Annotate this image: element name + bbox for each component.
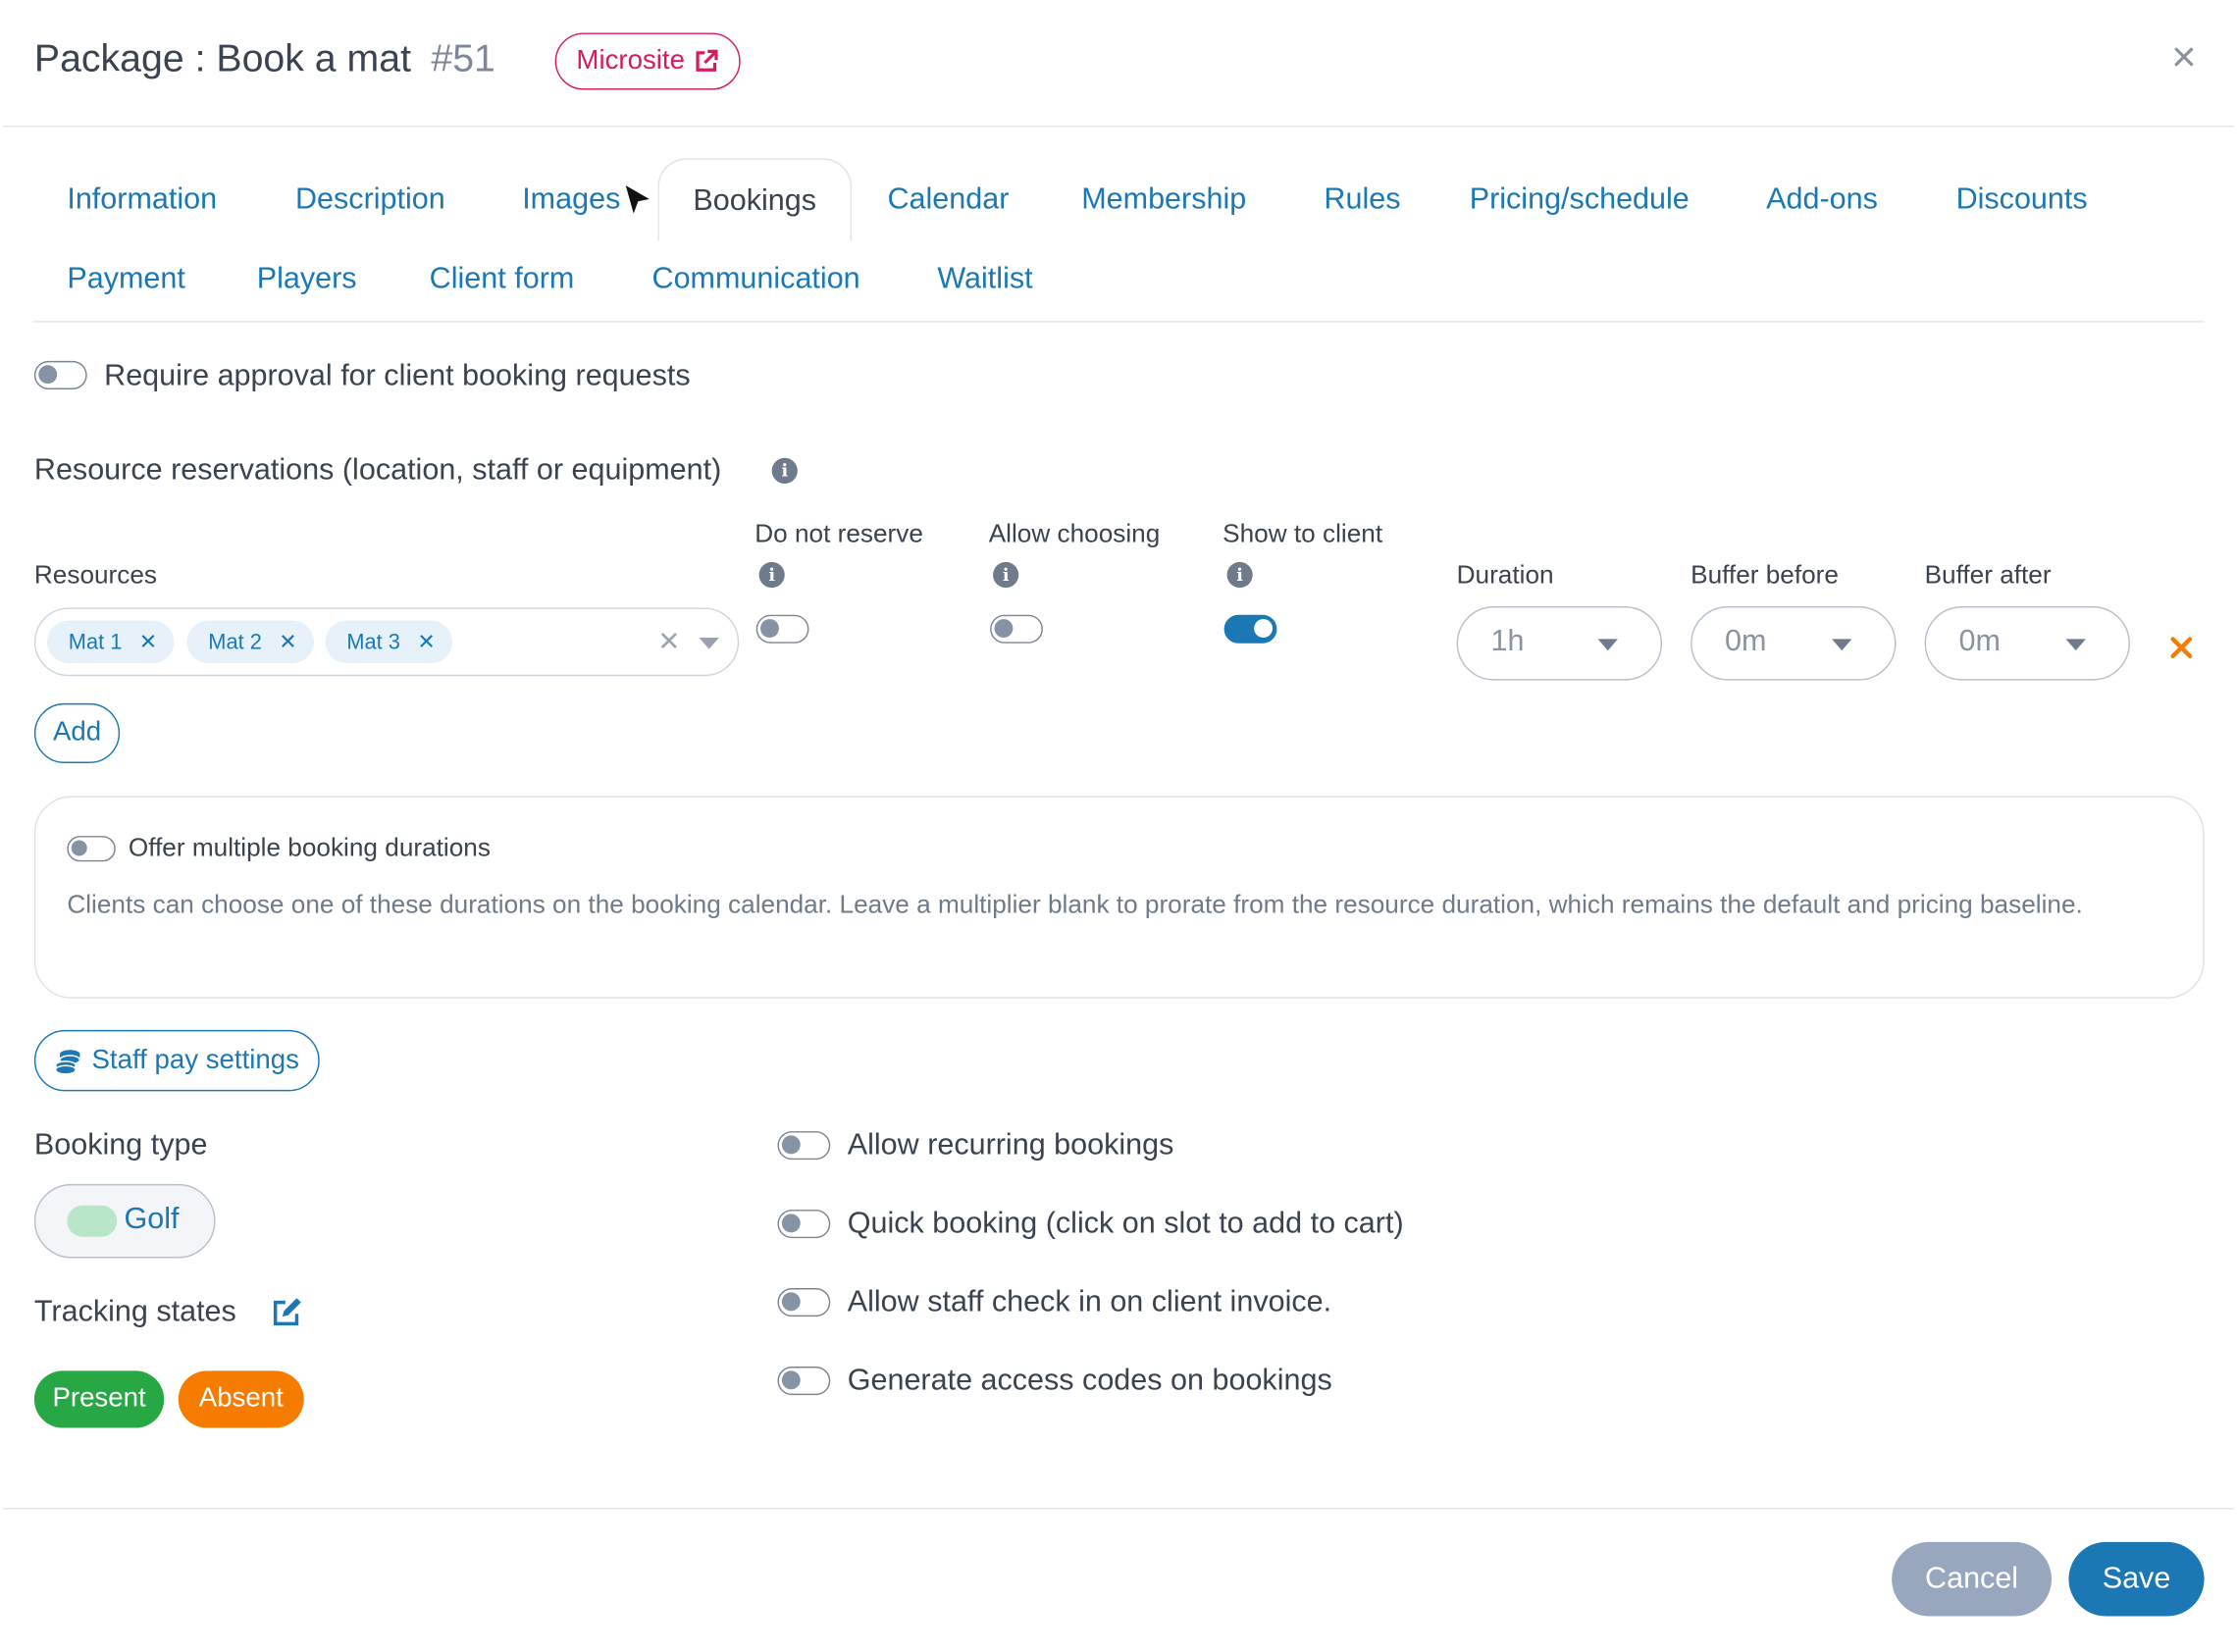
tab-add-ons[interactable]: Add-ons xyxy=(1766,182,1878,217)
add-resource-button[interactable]: Add xyxy=(33,702,121,763)
access-codes-label: Generate access codes on bookings xyxy=(847,1364,1332,1397)
microsite-button[interactable]: Microsite xyxy=(554,32,741,90)
package-title: Package : Book a mat xyxy=(33,36,412,80)
chevron-down-icon xyxy=(1832,639,1852,651)
staff-pay-settings-button[interactable]: Staff pay settings xyxy=(33,1029,320,1092)
tracking-state-present: Present xyxy=(33,1370,165,1428)
clear-all-icon[interactable]: ✕ xyxy=(657,626,680,658)
resource-chip-label: Mat 1 xyxy=(68,629,123,654)
booking-type-label: Booking type xyxy=(33,1128,208,1162)
tab-discounts[interactable]: Discounts xyxy=(1956,182,2088,217)
quick-booking-label: Quick booking (click on slot to add to c… xyxy=(847,1207,1404,1240)
chevron-down-icon xyxy=(1597,639,1618,651)
booking-type-color-swatch xyxy=(67,1205,118,1237)
booking-type-selector[interactable]: Golf xyxy=(33,1183,216,1259)
tab-membership[interactable]: Membership xyxy=(1081,182,1246,217)
buffer-before-select[interactable]: 0m xyxy=(1691,605,1897,681)
resources-multiselect[interactable]: Mat 1 ✕ Mat 2 ✕ Mat 3 ✕ ✕ xyxy=(33,607,740,677)
booking-type-value: Golf xyxy=(124,1202,180,1236)
tab-bookings[interactable]: Bookings xyxy=(657,158,853,241)
tab-information[interactable]: Information xyxy=(67,182,217,217)
tab-description[interactable]: Description xyxy=(295,182,445,217)
close-icon[interactable]: × xyxy=(2171,36,2196,80)
show-to-client-toggle[interactable] xyxy=(1223,614,1277,644)
remove-resource-icon[interactable] xyxy=(2170,637,2193,659)
cancel-button[interactable]: Cancel xyxy=(1892,1541,2052,1617)
access-codes-toggle[interactable] xyxy=(777,1367,831,1396)
duration-select[interactable]: 1h xyxy=(1456,605,1663,681)
mouse-cursor-icon xyxy=(621,180,658,224)
show-to-client-header: Show to client xyxy=(1223,519,1383,548)
tab-communication[interactable]: Communication xyxy=(652,263,860,297)
chevron-down-icon[interactable] xyxy=(699,637,719,649)
resource-chip-label: Mat 2 xyxy=(208,629,262,654)
info-icon[interactable]: i xyxy=(993,561,1019,589)
remove-chip-icon[interactable]: ✕ xyxy=(139,629,157,655)
header-divider xyxy=(2,125,2235,128)
tab-calendar[interactable]: Calendar xyxy=(887,182,1009,217)
allow-recurring-label: Allow recurring bookings xyxy=(847,1128,1174,1162)
buffer-after-select[interactable]: 0m xyxy=(1924,605,2130,681)
resource-chip: Mat 1 ✕ xyxy=(46,620,175,664)
package-id: #51 xyxy=(431,36,495,80)
resources-header: Resources xyxy=(33,560,158,590)
staff-check-in-label: Allow staff check in on client invoice. xyxy=(847,1285,1332,1318)
tab-rules[interactable]: Rules xyxy=(1324,182,1400,217)
allow-choosing-toggle[interactable] xyxy=(990,614,1043,644)
resource-chip-label: Mat 3 xyxy=(346,629,400,654)
tab-waitlist[interactable]: Waitlist xyxy=(937,263,1032,297)
tab-client-form[interactable]: Client form xyxy=(430,263,575,297)
remove-chip-icon[interactable]: ✕ xyxy=(417,629,435,655)
resource-chip: Mat 3 ✕ xyxy=(325,620,452,664)
quick-booking-toggle[interactable] xyxy=(777,1210,831,1239)
save-button[interactable]: Save xyxy=(2068,1541,2205,1617)
info-icon[interactable]: i xyxy=(758,561,785,589)
remove-chip-icon[interactable]: ✕ xyxy=(279,629,296,655)
external-link-icon xyxy=(696,49,718,72)
buffer-before-value: 0m xyxy=(1725,624,1767,658)
do-not-reserve-header: Do not reserve xyxy=(754,519,923,548)
microsite-label: Microsite xyxy=(576,45,685,77)
resource-reservations-title: Resource reservations (location, staff o… xyxy=(33,453,722,487)
tab-pricing-schedule[interactable]: Pricing/schedule xyxy=(1470,182,1690,217)
tab-images[interactable]: Images xyxy=(522,182,620,217)
info-icon[interactable]: i xyxy=(771,457,798,484)
multiple-durations-label: Offer multiple booking durations xyxy=(128,833,491,862)
coins-icon xyxy=(55,1049,81,1074)
tab-players[interactable]: Players xyxy=(257,263,357,297)
staff-check-in-toggle[interactable] xyxy=(777,1288,831,1317)
edit-icon[interactable] xyxy=(271,1297,302,1328)
footer-divider xyxy=(2,1507,2235,1510)
require-approval-toggle[interactable] xyxy=(33,360,87,389)
page-title: Package : Book a mat #51 xyxy=(34,37,495,81)
buffer-after-header: Buffer after xyxy=(1924,560,2052,590)
tab-payment[interactable]: Payment xyxy=(67,263,185,297)
duration-header: Duration xyxy=(1456,560,1554,590)
chevron-down-icon xyxy=(2065,639,2086,651)
info-icon[interactable]: i xyxy=(1226,561,1253,589)
buffer-before-header: Buffer before xyxy=(1691,560,1839,590)
duration-value: 1h xyxy=(1490,624,1525,658)
multiple-durations-description: Clients can choose one of these duration… xyxy=(67,890,2083,919)
require-approval-label: Require approval for client booking requ… xyxy=(104,359,691,392)
buffer-after-value: 0m xyxy=(1958,624,2001,658)
tracking-states-label: Tracking states xyxy=(33,1295,236,1328)
do-not-reserve-toggle[interactable] xyxy=(755,614,809,644)
staff-pay-settings-label: Staff pay settings xyxy=(91,1045,299,1075)
multiple-durations-toggle[interactable] xyxy=(67,836,116,862)
allow-recurring-toggle[interactable] xyxy=(777,1131,831,1161)
tracking-state-absent: Absent xyxy=(178,1370,304,1428)
allow-choosing-header: Allow choosing xyxy=(988,519,1161,548)
resource-chip: Mat 2 ✕ xyxy=(186,620,314,664)
tabs-divider xyxy=(32,321,2205,323)
